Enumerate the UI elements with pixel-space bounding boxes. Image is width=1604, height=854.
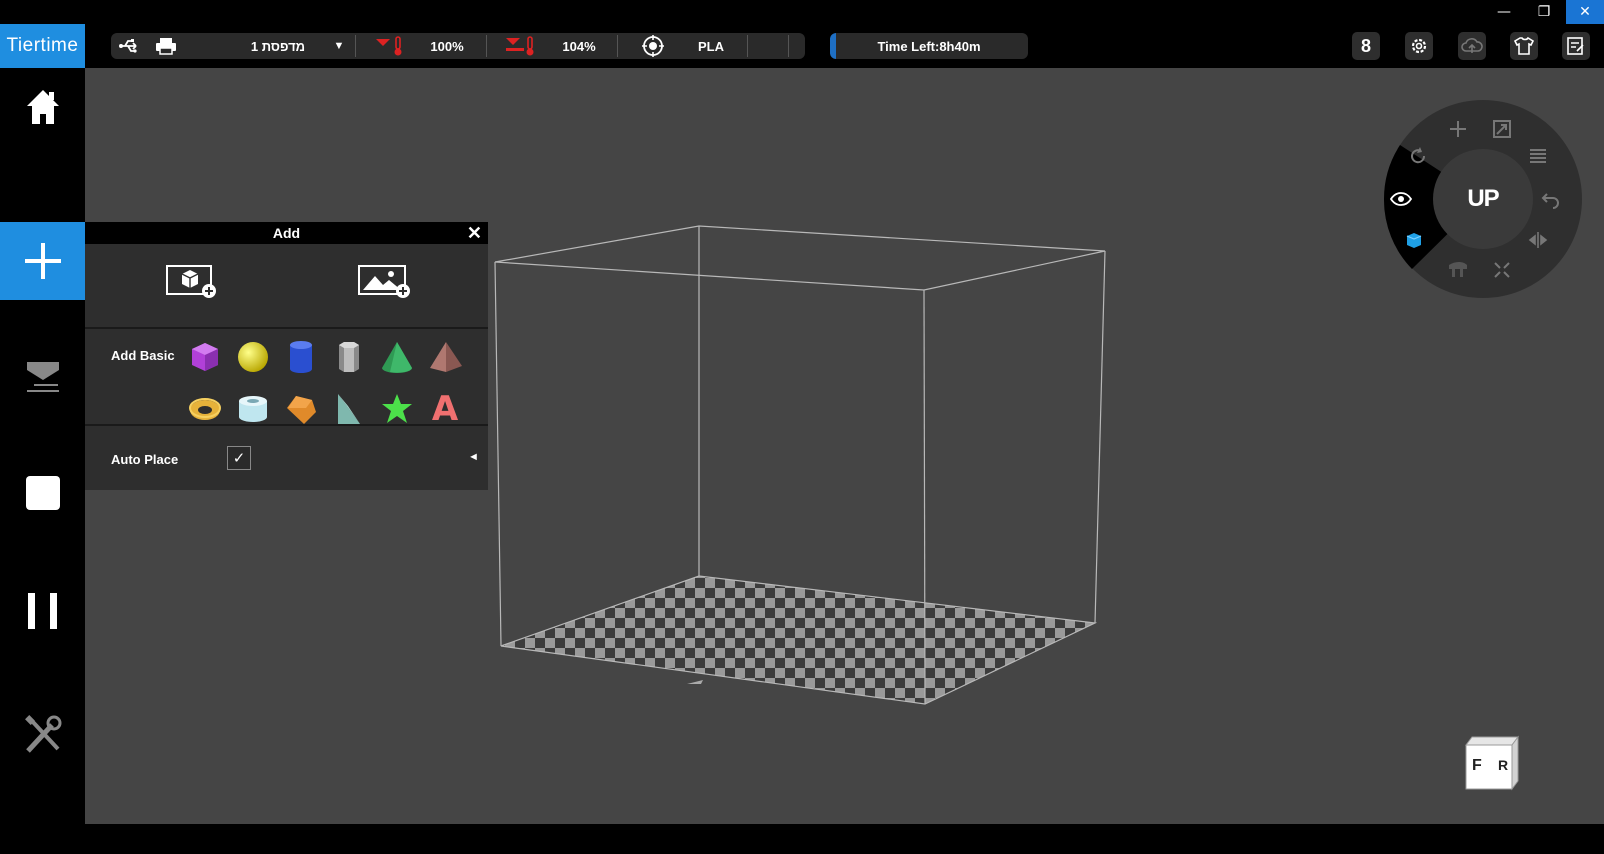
add-image-icon <box>358 265 410 298</box>
printer-name-label: מדפסת 1 <box>250 38 306 54</box>
text-shape-button[interactable]: A <box>428 392 462 426</box>
undo-dial-icon[interactable] <box>1538 186 1564 212</box>
pentagon-prism-shape-button[interactable] <box>284 392 318 426</box>
pyramid-shape-button[interactable] <box>428 340 462 374</box>
usb-icon[interactable] <box>117 33 143 59</box>
cylinder-shape-button[interactable] <box>284 340 318 374</box>
printer-name-select[interactable]: מדפסת 1 <box>223 33 333 59</box>
printer-status-bar: מדפסת 1 ▼ 100% 104% PLA <box>111 33 805 59</box>
add-model-button[interactable] <box>165 264 217 300</box>
up-logo-button[interactable]: UP <box>1433 149 1533 249</box>
time-left-progress-bar <box>830 33 836 59</box>
sidebar-item-pause[interactable] <box>0 572 85 650</box>
sidebar-item-stop[interactable] <box>0 454 85 532</box>
stop-icon <box>25 476 60 510</box>
nozzle-temp-icon <box>373 33 407 59</box>
panel-divider <box>85 327 488 329</box>
layers-dial-icon[interactable] <box>1525 143 1551 169</box>
cone-shape-button[interactable] <box>380 340 414 374</box>
sidebar-item-home[interactable] <box>0 68 85 146</box>
title-bar: — ❐ ✕ <box>0 0 1604 24</box>
sidebar-item-print[interactable] <box>0 340 85 418</box>
bed-temp-value: 104% <box>562 38 596 54</box>
plus-icon <box>24 243 61 279</box>
auto-place-checkbox[interactable]: ✓ <box>227 446 251 470</box>
close-panel-button[interactable]: ✕ <box>467 223 482 243</box>
account-icon[interactable]: 8 <box>1352 32 1380 60</box>
fit-dial-icon[interactable] <box>1489 257 1515 283</box>
material-value: PLA <box>698 38 724 54</box>
print-tray-icon <box>26 362 59 392</box>
view-cube-front[interactable]: F <box>1472 757 1482 775</box>
add-panel: Add ✕ Add Basic A Auto Place ✓ ◄ <box>85 222 488 490</box>
cloud-upload-icon[interactable] <box>1458 32 1486 60</box>
rotate-dial-icon[interactable] <box>1405 143 1431 169</box>
close-window-button[interactable]: ✕ <box>1566 0 1604 24</box>
view-cube-right[interactable]: R <box>1498 757 1508 773</box>
home-icon <box>26 90 59 124</box>
gear-icon[interactable] <box>1405 32 1433 60</box>
add-model-icon <box>166 265 216 298</box>
add-model-dial-icon[interactable] <box>1445 116 1471 142</box>
torus-shape-button[interactable] <box>188 392 222 426</box>
sphere-shape-button[interactable] <box>236 340 270 374</box>
tube-shape-button[interactable] <box>236 392 270 426</box>
minimize-button[interactable]: — <box>1482 0 1526 24</box>
hex-prism-shape-button[interactable] <box>332 340 366 374</box>
add-image-button[interactable] <box>357 264 411 300</box>
cube-shape-button[interactable] <box>188 340 222 374</box>
nozzle-temp-value: 100% <box>430 38 464 54</box>
scale-dial-icon[interactable] <box>1489 116 1515 142</box>
sidebar-item-tools[interactable] <box>0 696 85 774</box>
shirt-icon[interactable] <box>1510 32 1538 60</box>
time-left-label: Time Left:8h40m <box>877 38 981 54</box>
pause-icon <box>27 593 57 629</box>
chevron-down-icon[interactable]: ▼ <box>329 33 349 59</box>
tools-icon <box>24 715 61 753</box>
add-panel-title: Add <box>272 225 301 241</box>
collapse-arrow-button[interactable]: ◄ <box>468 451 479 463</box>
top-toolbar: Tiertime מדפסת 1 ▼ 100% 104% PLA Time Le… <box>0 24 1604 68</box>
view-cube-shape <box>1465 735 1519 791</box>
time-left-indicator: Time Left:8h40m <box>830 33 1028 59</box>
auto-place-label: Auto Place <box>111 452 179 467</box>
panel-divider <box>85 424 488 426</box>
bed-temp-icon <box>503 33 539 59</box>
printer-icon[interactable] <box>153 33 179 59</box>
main-sidebar <box>0 68 85 824</box>
sidebar-item-add[interactable] <box>0 222 85 300</box>
report-icon[interactable] <box>1562 32 1590 60</box>
star-shape-button[interactable] <box>380 392 414 426</box>
material-icon <box>641 33 665 59</box>
eye-icon[interactable] <box>1388 186 1414 212</box>
wedge-shape-button[interactable] <box>332 392 366 426</box>
support-dial-icon[interactable] <box>1445 257 1471 283</box>
maximize-button[interactable]: ❐ <box>1522 0 1566 24</box>
build-plate <box>501 576 1095 704</box>
bottom-bar <box>0 824 1604 854</box>
tiertime-logo: Tiertime <box>0 24 85 68</box>
cube-view-icon[interactable] <box>1401 227 1427 253</box>
add-basic-label: Add Basic <box>111 348 175 363</box>
add-panel-header: Add ✕ <box>85 222 488 244</box>
view-cube[interactable]: F R <box>1460 735 1520 791</box>
radial-menu: UP <box>1383 99 1583 299</box>
mirror-dial-icon[interactable] <box>1525 227 1551 253</box>
